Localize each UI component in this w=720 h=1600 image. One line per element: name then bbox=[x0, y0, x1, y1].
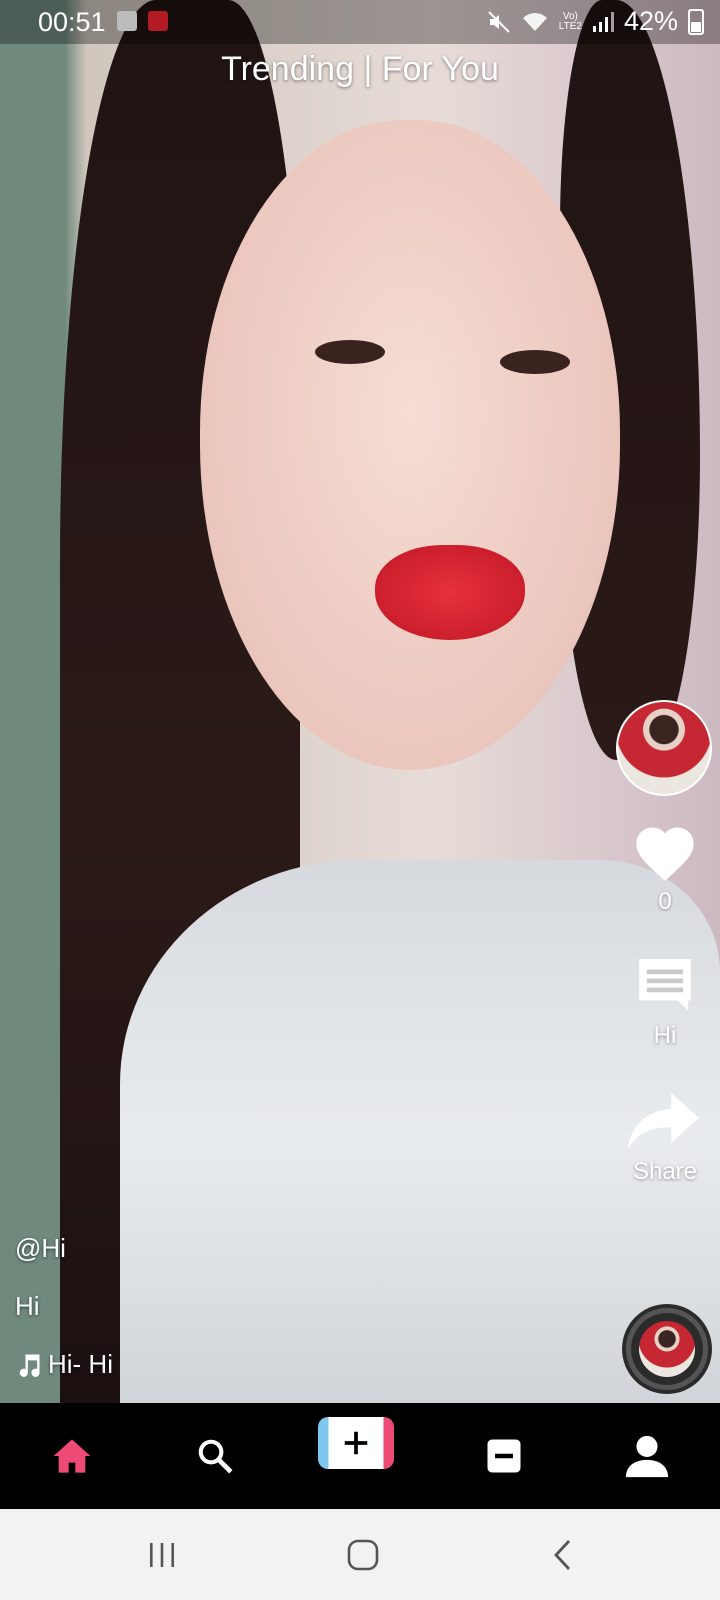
home-nav-icon bbox=[347, 1539, 379, 1570]
video-frame-face bbox=[200, 120, 620, 770]
minus-icon bbox=[487, 1439, 521, 1473]
share-label: Share bbox=[632, 1158, 698, 1185]
system-nav-bar bbox=[0, 1509, 720, 1600]
share-icon bbox=[627, 1093, 700, 1149]
feed-title[interactable]: Trending | For You bbox=[0, 50, 720, 89]
status-bar: 00:51 Vo) LTE2 42% bbox=[0, 0, 720, 44]
share-button[interactable]: Share bbox=[610, 1090, 720, 1186]
comment-button[interactable]: Hi bbox=[610, 954, 720, 1050]
wifi-icon bbox=[522, 12, 547, 31]
nav-inbox[interactable] bbox=[454, 1403, 554, 1509]
notification-app-icon bbox=[117, 11, 137, 31]
sound-info[interactable]: Hi- Hi bbox=[14, 1349, 113, 1380]
creator-username[interactable]: @Hi bbox=[15, 1233, 66, 1264]
search-icon bbox=[198, 1439, 233, 1474]
profile-icon bbox=[625, 1435, 669, 1478]
back-button[interactable] bbox=[503, 1509, 623, 1600]
status-right-group: Vo) LTE2 42% bbox=[487, 6, 704, 37]
sound-disc[interactable] bbox=[622, 1304, 712, 1394]
recent-apps-button[interactable] bbox=[102, 1509, 222, 1600]
video-frame-eye bbox=[315, 340, 385, 364]
sound-disc-avatar bbox=[639, 1321, 695, 1377]
battery-percent: 42% bbox=[623, 6, 678, 36]
nav-profile[interactable] bbox=[597, 1403, 697, 1509]
recent-apps-icon bbox=[150, 1542, 174, 1567]
sound-name: Hi- Hi bbox=[48, 1349, 113, 1379]
creator-avatar[interactable] bbox=[616, 700, 712, 796]
back-icon bbox=[554, 1539, 571, 1570]
signal-icon bbox=[592, 11, 614, 32]
network-type: Vo) LTE2 bbox=[558, 10, 582, 32]
video-description: Hi bbox=[15, 1291, 40, 1321]
like-button[interactable]: 0 bbox=[610, 822, 720, 916]
create-video-button[interactable] bbox=[318, 1417, 394, 1469]
plus-icon bbox=[344, 1431, 368, 1455]
notification-app-icon bbox=[148, 11, 168, 31]
video-player[interactable] bbox=[0, 0, 720, 1403]
video-frame-lips bbox=[375, 545, 525, 640]
comment-icon bbox=[639, 959, 691, 1011]
like-count: 0 bbox=[658, 888, 672, 915]
nav-search[interactable] bbox=[165, 1403, 265, 1509]
home-nav-button[interactable] bbox=[303, 1509, 423, 1600]
video-frame-eye bbox=[500, 350, 570, 374]
music-note-icon bbox=[19, 1354, 40, 1377]
heart-icon bbox=[636, 827, 694, 881]
bottom-nav bbox=[0, 1403, 720, 1509]
status-time: 00:51 bbox=[38, 7, 106, 37]
nav-home[interactable] bbox=[22, 1403, 122, 1509]
mute-icon bbox=[488, 10, 510, 33]
battery-icon bbox=[688, 8, 704, 35]
comment-label: Hi bbox=[653, 1022, 677, 1049]
home-icon bbox=[53, 1439, 91, 1473]
